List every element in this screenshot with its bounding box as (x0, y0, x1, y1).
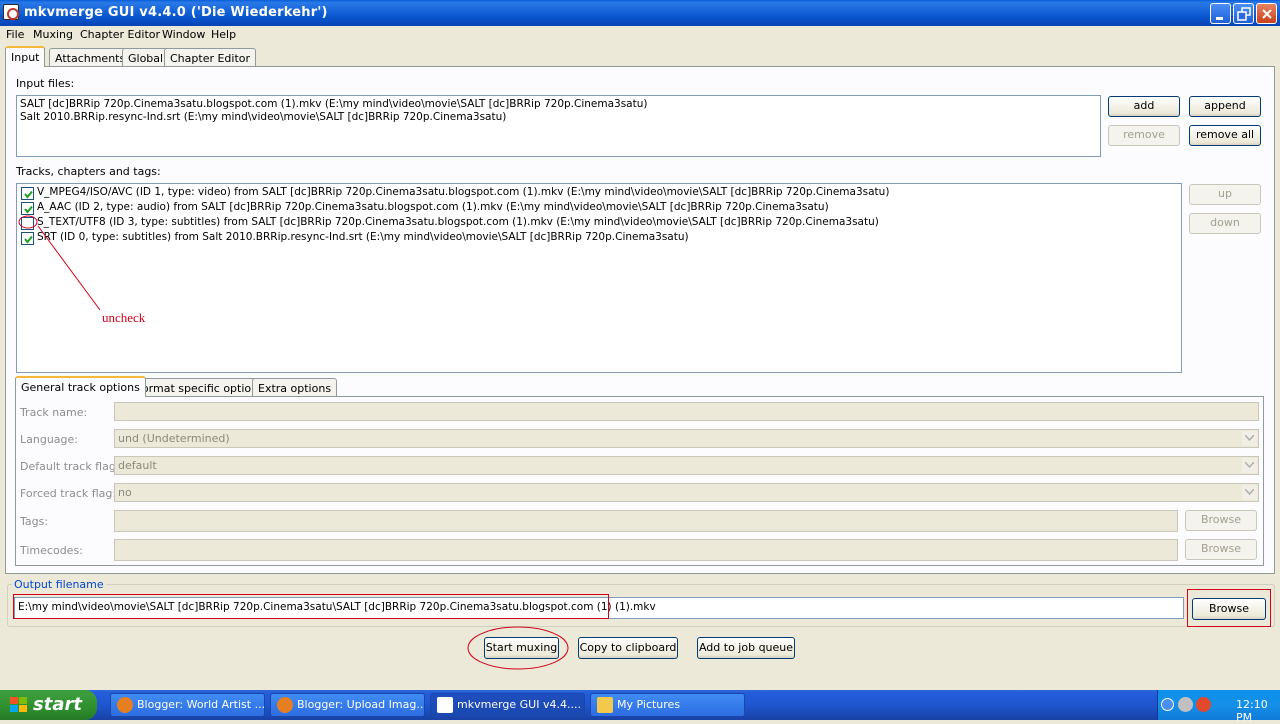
title-bar: mkvmerge GUI v4.4.0 ('Die Wiederkehr') (0, 0, 1280, 26)
taskbar-item-label: Blogger: Upload Imag... (297, 698, 425, 711)
maximize-button[interactable] (1233, 3, 1254, 24)
default-flag-value: default (118, 459, 157, 472)
taskbar-item-my-pictures[interactable]: My Pictures (590, 693, 745, 717)
start-label: start (33, 694, 82, 715)
tab-global[interactable]: Global (122, 48, 170, 67)
tab-general-track-options[interactable]: General track options (15, 376, 146, 397)
menu-bar: File Muxing Chapter Editor Window Help (0, 26, 1280, 44)
checkmark-icon (24, 190, 33, 199)
tracks-label: Tracks, chapters and tags: (16, 165, 161, 178)
track-name-label: Track name: (20, 406, 88, 419)
copy-to-clipboard-button[interactable]: Copy to clipboard (578, 637, 678, 659)
minimize-icon (1216, 17, 1223, 20)
track-checkbox[interactable] (21, 187, 34, 200)
antivirus-icon[interactable] (1196, 697, 1211, 712)
forced-flag-select[interactable]: no (114, 483, 1259, 502)
restore-icon (1237, 7, 1251, 21)
input-file-item[interactable]: Salt 2010.BRRip.resync-Ind.srt (E:\my mi… (20, 111, 506, 123)
taskbar-item-label: My Pictures (617, 698, 681, 711)
mkvmerge-icon (437, 697, 453, 713)
menu-help[interactable]: Help (211, 28, 236, 41)
firefox-icon (277, 697, 293, 713)
chevron-down-icon[interactable] (1242, 458, 1257, 473)
annotation-text: uncheck (102, 310, 146, 325)
language-label: Language: (20, 433, 78, 446)
chevron-down-icon[interactable] (1242, 485, 1257, 500)
start-button[interactable]: start (0, 690, 97, 720)
taskbar: start Blogger: World Artist ... Blogger:… (0, 690, 1280, 724)
remove-all-button[interactable]: remove all (1189, 125, 1261, 146)
chevron-left-icon[interactable] (1161, 698, 1174, 711)
minimize-button[interactable] (1210, 3, 1231, 24)
firefox-icon (117, 697, 133, 713)
language-select[interactable]: und (Undetermined) (114, 429, 1259, 448)
menu-file[interactable]: File (6, 28, 24, 41)
forced-flag-value: no (118, 486, 132, 499)
taskbar-item-label: Blogger: World Artist ... (137, 698, 265, 711)
system-tray: 12:10 PM (1157, 690, 1280, 724)
window-title: mkvmerge GUI v4.4.0 ('Die Wiederkehr') (24, 5, 328, 20)
timecodes-browse-button[interactable]: Browse (1185, 539, 1257, 560)
tab-input[interactable]: Input (5, 46, 46, 67)
track-name-input[interactable] (114, 402, 1259, 421)
timecodes-input[interactable] (114, 539, 1178, 561)
output-browse-button[interactable]: Browse (1192, 598, 1266, 620)
output-filename-label: Output filename (12, 578, 106, 591)
tracks-list[interactable]: V_MPEG4/ISO/AVC (ID 1, type: video) from… (16, 183, 1182, 373)
input-files-list[interactable]: SALT [dc]BRRip 720p.Cinema3satu.blogspot… (16, 95, 1101, 157)
input-files-label: Input files: (16, 77, 75, 90)
input-file-item[interactable]: SALT [dc]BRRip 720p.Cinema3satu.blogspot… (20, 98, 647, 110)
add-button[interactable]: add (1108, 96, 1180, 117)
tab-chapter-editor[interactable]: Chapter Editor (164, 48, 257, 67)
close-button[interactable] (1256, 3, 1277, 24)
track-item[interactable]: V_MPEG4/ISO/AVC (ID 1, type: video) from… (37, 186, 889, 198)
clock[interactable]: 12:10 PM (1236, 698, 1280, 724)
language-value: und (Undetermined) (118, 432, 230, 445)
tags-input[interactable] (114, 510, 1178, 532)
menu-muxing[interactable]: Muxing (33, 28, 73, 41)
default-flag-select[interactable]: default (114, 456, 1259, 475)
chevron-down-icon[interactable] (1242, 431, 1257, 446)
windows-logo-icon (10, 697, 27, 712)
taskbar-item-blogger-world[interactable]: Blogger: World Artist ... (110, 693, 265, 717)
close-icon (1262, 9, 1272, 19)
up-button[interactable]: up (1189, 184, 1261, 205)
mkvmerge-app-icon (3, 4, 19, 20)
annotation-highlight (13, 594, 609, 619)
network-icon[interactable] (1178, 697, 1193, 712)
taskbar-item-label: mkvmerge GUI v4.4.... (457, 698, 581, 711)
down-button[interactable]: down (1189, 213, 1261, 234)
folder-icon (597, 697, 613, 713)
append-button[interactable]: append (1189, 96, 1261, 117)
track-item[interactable]: S_TEXT/UTF8 (ID 3, type: subtitles) from… (37, 216, 879, 228)
tags-browse-button[interactable]: Browse (1185, 510, 1257, 531)
tab-extra-options[interactable]: Extra options (252, 378, 338, 397)
taskbar-item-mkvmerge[interactable]: mkvmerge GUI v4.4.... (430, 693, 585, 717)
menu-window[interactable]: Window (162, 28, 205, 41)
default-flag-label: Default track flag: (20, 460, 120, 473)
tab-attachments[interactable]: Attachments (49, 48, 132, 67)
tab-format-specific-options[interactable]: Format specific options (130, 378, 270, 397)
annotation-circle (467, 626, 569, 670)
remove-button[interactable]: remove (1108, 125, 1180, 146)
menu-chapter-editor[interactable]: Chapter Editor (80, 28, 160, 41)
timecodes-label: Timecodes: (20, 544, 83, 557)
taskbar-item-blogger-upload[interactable]: Blogger: Upload Imag... (270, 693, 425, 717)
add-to-job-queue-button[interactable]: Add to job queue (697, 637, 795, 659)
forced-flag-label: Forced track flag: (20, 487, 117, 500)
tags-label: Tags: (20, 515, 49, 528)
